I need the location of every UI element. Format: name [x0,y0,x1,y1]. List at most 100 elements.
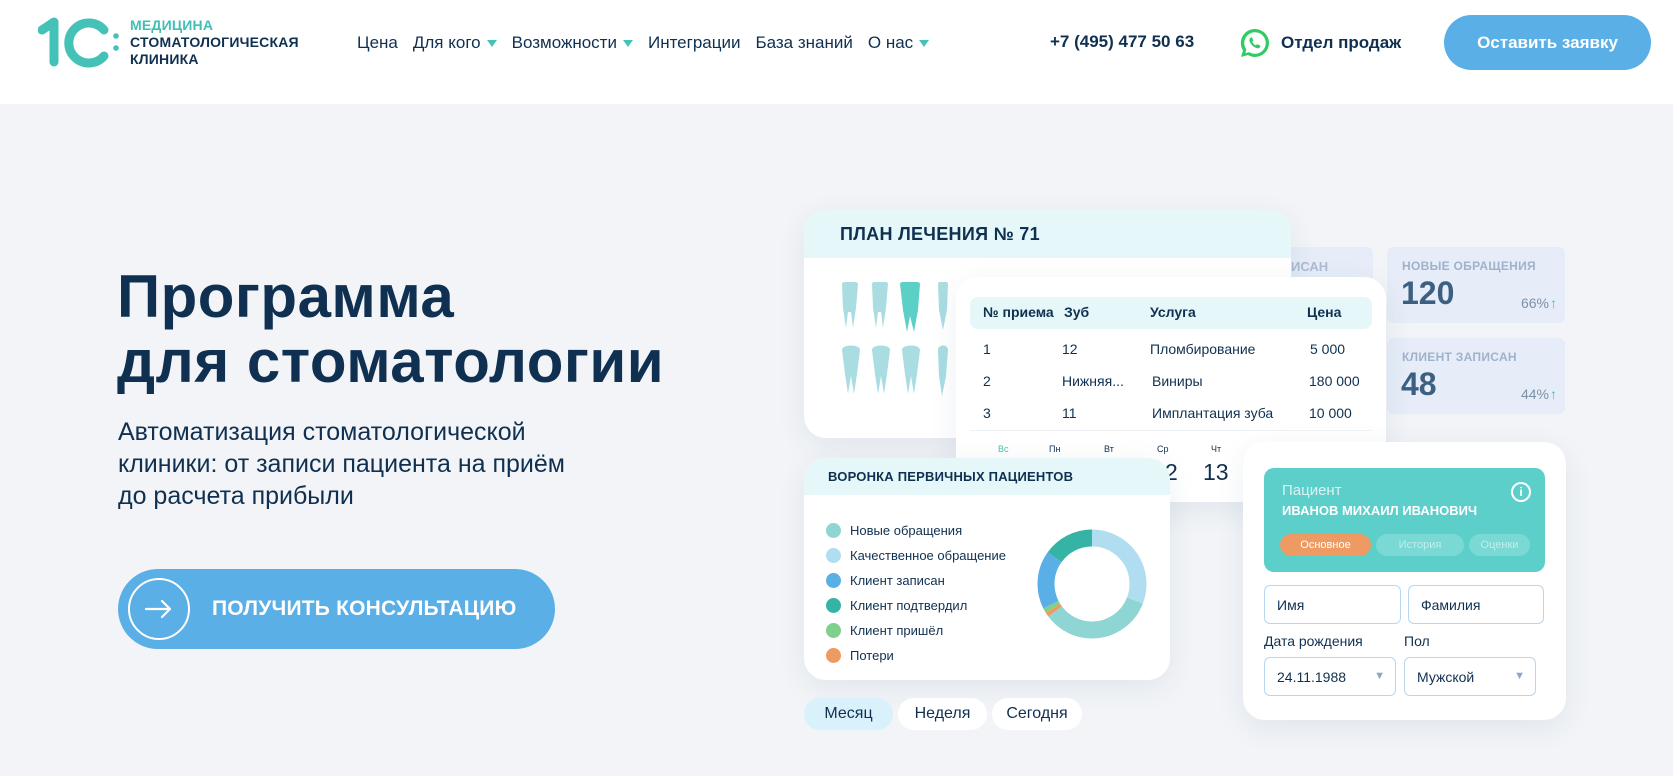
birth-date-label: Дата рождения [1264,633,1363,649]
patient-card: Пациент ИВАНОВ МИХАИЛ ИВАНОВИЧ i Основно… [1243,442,1566,720]
patient-name: ИВАНОВ МИХАИЛ ИВАНОВИЧ [1282,503,1478,518]
sex-select[interactable]: Мужской ▼ [1404,657,1536,696]
nav-item-price[interactable]: Цена [357,33,398,53]
table-cell: Виниры [1152,373,1203,389]
logo-text: МЕДИЦИНА СТОМАТОЛОГИЧЕСКАЯ КЛИНИКА [130,17,299,68]
logo[interactable]: МЕДИЦИНА СТОМАТОЛОГИЧЕСКАЯ КЛИНИКА [38,16,308,72]
nav-item-knowledge-base[interactable]: База знаний [755,33,852,53]
primary-patients-funnel-card: ВОРОНКА ПЕРВИЧНЫХ ПАЦИЕНТОВ Новые обраще… [804,458,1170,680]
legend-dot [826,598,841,613]
nav-item-about[interactable]: О нас [868,33,930,53]
table-cell: Нижняя... [1062,373,1124,389]
period-month-button[interactable]: Месяц [804,698,893,730]
nav-item-for-whom[interactable]: Для кого [413,33,497,53]
nav-item-integrations[interactable]: Интеграции [648,33,741,53]
nav-item-features[interactable]: Возможности [512,33,633,53]
legend-item: Клиент пришёл [826,623,943,638]
column-header: Услуга [1150,304,1196,320]
table-cell: 5 000 [1310,341,1346,357]
tab-ratings[interactable]: Оценки [1469,534,1530,556]
treatment-plan-title: ПЛАН ЛЕЧЕНИЯ № 71 [804,210,1291,258]
divider [970,430,1372,431]
stat-percent: 66% ↑ [1521,295,1557,311]
column-header: Зуб [1064,304,1090,320]
logo-1c-icon [38,17,119,68]
table-cell: 2 [983,373,991,389]
stat-percent-value: 66% [1520,295,1549,311]
hero-subtitle: Автоматизация стоматологической клиники:… [118,416,678,512]
weekday-label: Вс [998,444,1009,454]
legend-item: Клиент подтвердил [826,598,967,613]
logo-line-2: СТОМАТОЛОГИЧЕСКАЯ [130,34,299,50]
legend-dot [826,573,841,588]
site-header: МЕДИЦИНА СТОМАТОЛОГИЧЕСКАЯ КЛИНИКА Цена … [0,0,1673,104]
teeth-chart-icon [842,282,948,396]
weekday-label: Вт [1104,444,1114,454]
table-header: № приема Зуб Услуга Цена [970,297,1372,329]
caret-down-icon [486,40,497,47]
nav-item-label: Интеграции [647,33,741,52]
column-header: Цена [1307,304,1342,320]
funnel-donut-chart [1037,529,1147,639]
get-consultation-button[interactable]: ПОЛУЧИТЬ КОНСУЛЬТАЦИЮ [118,569,555,649]
table-cell: Имплантация зуба [1152,405,1274,421]
table-cell: Пломбирование [1150,341,1256,357]
birth-date-select[interactable]: 24.11.1988 ▼ [1264,657,1396,696]
legend-label: Потери [850,648,894,663]
arrow-right-icon [128,578,190,640]
period-today-button[interactable]: Сегодня [992,698,1082,730]
legend-item: Потери [826,648,894,663]
caret-down-icon [622,40,633,47]
stat-percent: 44% ↑ [1521,386,1557,402]
legend-dot [826,523,841,538]
first-name-field[interactable]: Имя [1264,585,1401,624]
get-consultation-label: ПОЛУЧИТЬ КОНСУЛЬТАЦИЮ [212,597,517,620]
legend-dot [826,623,841,638]
patient-label: Пациент [1282,482,1342,499]
tab-main[interactable]: Основное [1280,534,1371,556]
stat-card-client-booked: КЛИЕНТ ЗАПИСАН 48 44% ↑ [1387,338,1565,414]
hero-title-line-1: Программа [117,263,455,330]
stat-percent-value: 44% [1520,386,1549,402]
legend-dot [826,548,841,563]
patient-header: Пациент ИВАНОВ МИХАИЛ ИВАНОВИЧ i Основно… [1264,468,1545,572]
funnel-title: ВОРОНКА ПЕРВИЧНЫХ ПАЦИЕНТОВ [804,458,1170,495]
stat-value: 120 [1401,275,1455,311]
stat-card-back-label: ИСАН [1291,259,1329,274]
stat-label: КЛИЕНТ ЗАПИСАН [1402,350,1517,364]
nav-item-label: Цена [357,33,398,52]
period-week-button[interactable]: Неделя [898,698,987,730]
hero-subtitle-line-3: до расчета прибыли [118,482,354,510]
hero-title: Программа для стоматологии [117,264,664,394]
sex-value: Мужской [1417,668,1475,685]
phone-link[interactable]: +7 (495) 477 50 63 [1050,32,1194,52]
legend-dot [826,648,841,663]
legend-item: Клиент записан [826,573,945,588]
info-icon[interactable]: i [1511,482,1531,502]
column-header: № приема [983,304,1054,320]
weekday-label: Чт [1211,444,1222,454]
weekday-label: Пн [1049,444,1061,454]
legend-label: Клиент пришёл [850,623,944,638]
birth-date-value: 24.11.1988 [1277,668,1347,685]
stat-label: НОВЫЕ ОБРАЩЕНИЯ [1402,259,1536,273]
hero-title-line-2: для стоматологии [117,328,665,395]
main-nav: Цена Для кого Возможности Интеграции Баз… [357,31,944,55]
stat-card-new-requests: НОВЫЕ ОБРАЩЕНИЯ 120 66% ↑ [1387,247,1565,323]
tab-history[interactable]: История [1376,534,1464,556]
table-cell: 12 [1062,341,1078,357]
nav-item-label: База знаний [755,33,853,52]
nav-item-label: Возможности [511,33,617,52]
sex-label: Пол [1404,633,1430,649]
last-name-field[interactable]: Фамилия [1408,585,1544,624]
leave-request-button[interactable]: Оставить заявку [1444,15,1651,70]
hero-subtitle-line-2: клиники: от записи пациента на приём [118,450,565,478]
legend-label: Клиент записан [850,573,945,588]
table-cell: 10 000 [1309,405,1352,421]
calendar-date[interactable]: 13 [1203,459,1229,486]
sales-whatsapp-link[interactable]: Отдел продаж [1238,26,1401,60]
arrow-up-icon: ↑ [1550,386,1557,402]
table-cell: 11 [1062,405,1077,421]
logo-line-3: КЛИНИКА [130,51,199,67]
caret-down-icon [919,40,930,47]
